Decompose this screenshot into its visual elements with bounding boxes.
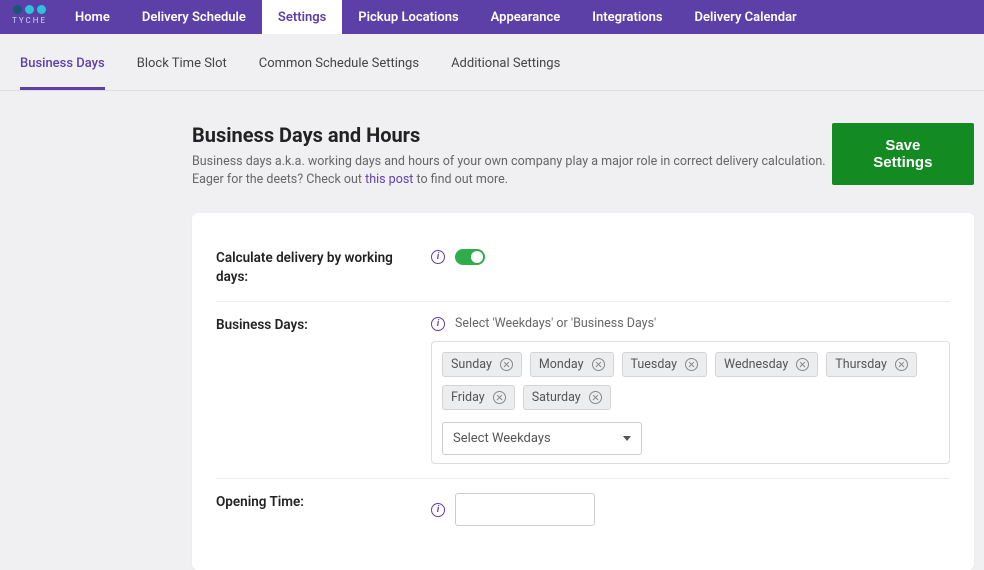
day-chip-wednesday[interactable]: Wednesday: [715, 352, 818, 377]
nav-home[interactable]: Home: [59, 0, 126, 34]
save-settings-button[interactable]: Save Settings: [832, 123, 974, 185]
remove-icon[interactable]: [493, 391, 506, 404]
working-days-toggle[interactable]: [455, 249, 485, 265]
nav-pickup-locations[interactable]: Pickup Locations: [342, 0, 474, 34]
info-icon[interactable]: [431, 317, 445, 331]
page-title: Business Days and Hours: [192, 123, 832, 147]
field-calculate-by-working-days: Calculate delivery by working days:: [216, 235, 950, 302]
subtab-business-days[interactable]: Business Days: [20, 56, 105, 90]
subtab-additional-settings[interactable]: Additional Settings: [451, 56, 560, 90]
day-chip-tuesday[interactable]: Tuesday: [622, 352, 708, 377]
nav-settings[interactable]: Settings: [262, 0, 342, 34]
business-days-box: Sunday Monday Tuesday Wednesday Thursday…: [431, 341, 950, 464]
opening-time-input[interactable]: [455, 493, 595, 526]
field-business-days: Business Days: Select 'Weekdays' or 'Bus…: [216, 302, 950, 479]
page-description: Business days a.k.a. working days and ho…: [192, 153, 832, 189]
subtab-block-time-slot[interactable]: Block Time Slot: [137, 56, 227, 90]
day-chip-saturday[interactable]: Saturday: [523, 385, 611, 410]
info-icon[interactable]: [431, 250, 445, 264]
nav-delivery-calendar[interactable]: Delivery Calendar: [679, 0, 813, 34]
brand-name: TYCHE: [12, 16, 47, 25]
business-days-helper: Select 'Weekdays' or 'Business Days': [455, 316, 656, 331]
field-label: Business Days:: [216, 316, 431, 464]
nav-delivery-schedule[interactable]: Delivery Schedule: [126, 0, 262, 34]
learn-more-link[interactable]: this post: [365, 172, 413, 187]
field-label: Opening Time:: [216, 493, 431, 526]
day-chip-friday[interactable]: Friday: [442, 385, 515, 410]
remove-icon[interactable]: [589, 391, 602, 404]
remove-icon[interactable]: [685, 358, 698, 371]
settings-subtabs: Business Days Block Time Slot Common Sch…: [0, 34, 984, 91]
brand-logo: TYCHE: [0, 0, 59, 34]
weekdays-select[interactable]: Select Weekdays: [442, 422, 642, 455]
day-chip-sunday[interactable]: Sunday: [442, 352, 522, 377]
day-chip-monday[interactable]: Monday: [530, 352, 614, 377]
remove-icon[interactable]: [796, 358, 809, 371]
nav-integrations[interactable]: Integrations: [576, 0, 678, 34]
nav-appearance[interactable]: Appearance: [475, 0, 577, 34]
page-header: Business Days and Hours Business days a.…: [0, 91, 984, 189]
chevron-down-icon: [623, 436, 631, 441]
day-chip-thursday[interactable]: Thursday: [826, 352, 917, 377]
subtab-common-schedule[interactable]: Common Schedule Settings: [259, 56, 419, 90]
field-opening-time: Opening Time:: [216, 479, 950, 540]
remove-icon[interactable]: [500, 358, 513, 371]
logo-dots-icon: [13, 5, 46, 14]
day-chips: Sunday Monday Tuesday Wednesday Thursday…: [442, 352, 939, 410]
field-label: Calculate delivery by working days:: [216, 249, 431, 287]
top-nav: TYCHE Home Delivery Schedule Settings Pi…: [0, 0, 984, 34]
remove-icon[interactable]: [895, 358, 908, 371]
info-icon[interactable]: [431, 503, 445, 517]
settings-card: Calculate delivery by working days: Busi…: [192, 213, 974, 570]
remove-icon[interactable]: [592, 358, 605, 371]
